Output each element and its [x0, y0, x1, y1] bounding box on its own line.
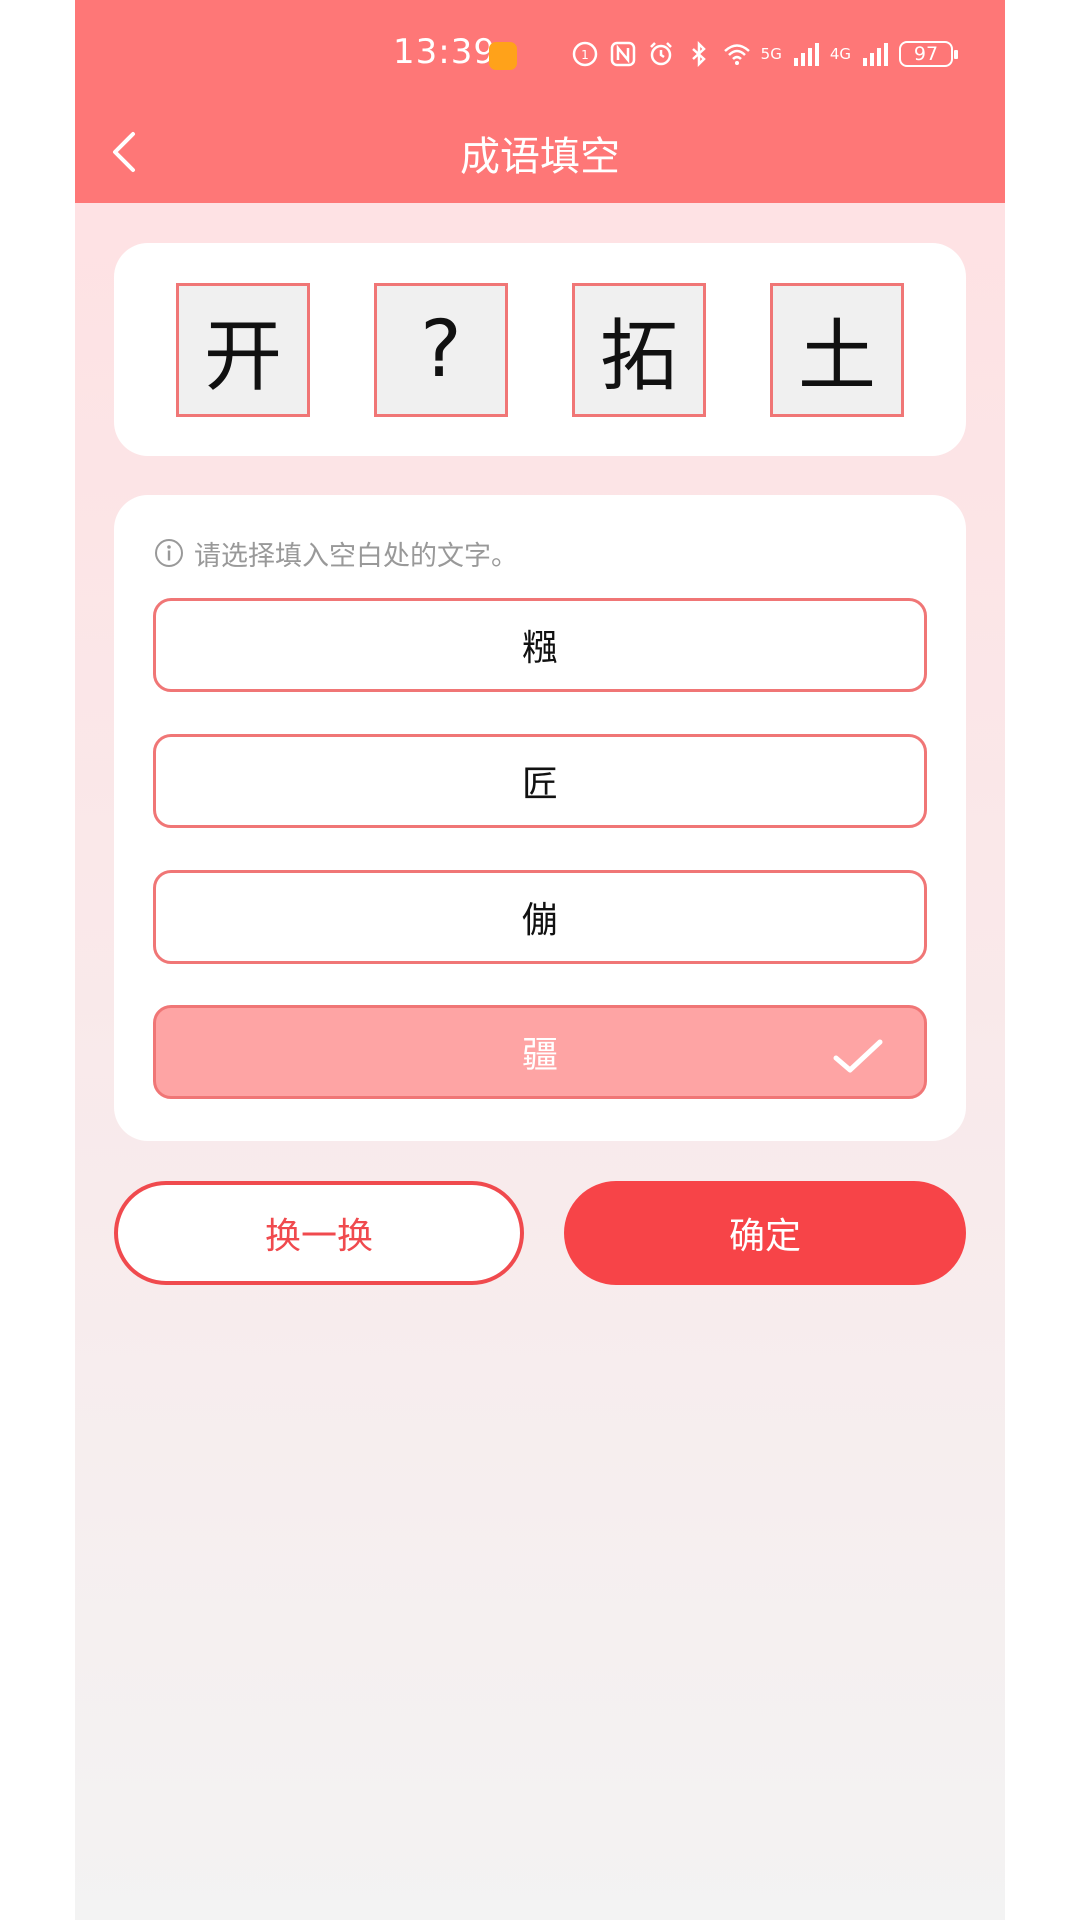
battery-icon: 97 [899, 41, 958, 67]
svg-text:1: 1 [581, 48, 589, 62]
option-label: 疆 [521, 1035, 558, 1076]
signal-5g-icon [793, 43, 819, 66]
notification-app-icon [489, 42, 517, 70]
hint-text: 请选择填入空白处的文字。 [194, 540, 518, 572]
confirm-button-label: 确定 [728, 1216, 801, 1257]
nfc-icon [610, 41, 635, 67]
network-5g-label: 5G [760, 44, 782, 63]
option-label: 糨 [521, 628, 558, 669]
option-label: 匠 [521, 764, 558, 805]
idiom-char-3: 拓 [572, 283, 706, 417]
idiom-char-4: 土 [770, 283, 904, 417]
wifi-icon [723, 44, 750, 65]
swap-button[interactable]: 换一换 [114, 1181, 524, 1285]
bluetooth-icon [691, 40, 706, 68]
app-screen: 13:39 1 5G 4G 97 成语填空 开 ? 拓 土 请选择填入空白处的文… [75, 0, 1005, 1920]
option-label: 傰 [521, 900, 558, 941]
network-4g-label: 4G [829, 44, 851, 63]
battery-level: 97 [913, 43, 939, 65]
status-icons: 1 5G 4G 97 [571, 36, 958, 72]
hd-call-icon: 1 [572, 41, 597, 67]
choice-card: 请选择填入空白处的文字。 糨 匠 傰 疆 [114, 495, 966, 1141]
info-icon [155, 539, 183, 567]
idiom-card: 开 ? 拓 土 [114, 243, 966, 456]
idiom-char-1: 开 [176, 283, 310, 417]
app-header: 13:39 1 5G 4G 97 成语填空 [75, 0, 1005, 203]
idiom-char-blank: ? [374, 283, 508, 417]
checkmark-icon [833, 1039, 883, 1073]
status-bar: 13:39 1 5G 4G 97 [75, 0, 1005, 108]
hint: 请选择填入空白处的文字。 [154, 533, 518, 573]
option-4-selected[interactable]: 疆 [153, 1005, 927, 1099]
swap-button-label: 换一换 [264, 1216, 373, 1257]
status-time: 13:39 [393, 32, 496, 72]
option-2[interactable]: 匠 [153, 734, 927, 828]
alarm-icon [649, 42, 672, 66]
option-3[interactable]: 傰 [153, 870, 927, 964]
confirm-button[interactable]: 确定 [564, 1181, 966, 1285]
signal-4g-icon [863, 43, 888, 66]
page-title: 成语填空 [460, 134, 620, 180]
option-1[interactable]: 糨 [153, 598, 927, 692]
